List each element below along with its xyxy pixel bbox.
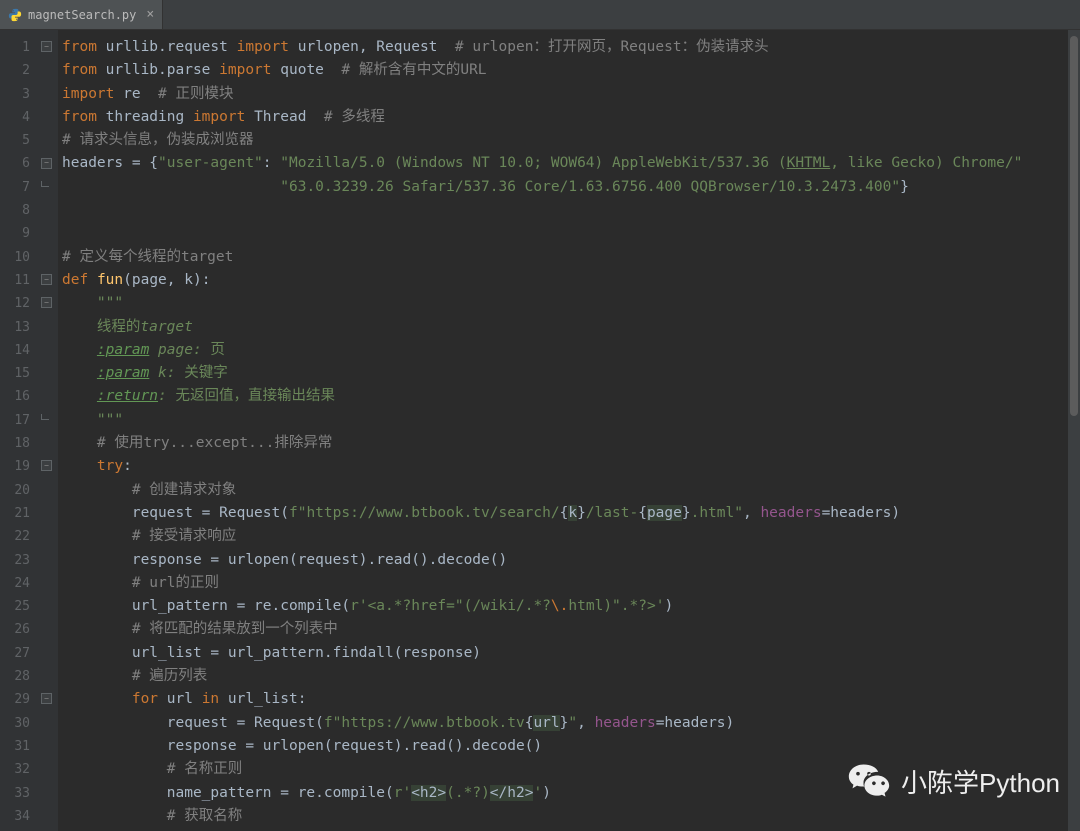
code-line[interactable]: request = Request(f"https://www.btbook.t… (62, 712, 1022, 735)
code-line[interactable]: response = urlopen(request).read().decod… (62, 549, 1022, 572)
code-area[interactable]: from urllib.request import urlopen, Requ… (58, 30, 1022, 831)
close-icon[interactable]: × (146, 7, 154, 22)
line-number: 27 (14, 642, 30, 665)
editor: 1234567891011121314151617181920212223242… (0, 30, 1080, 831)
code-line[interactable]: response = urlopen(request).read().decod… (62, 735, 1022, 758)
line-number: 32 (14, 758, 30, 781)
line-number: 25 (14, 595, 30, 618)
line-number: 15 (14, 362, 30, 385)
line-number: 20 (14, 479, 30, 502)
line-number: 4 (14, 106, 30, 129)
line-number: 5 (14, 129, 30, 152)
code-line[interactable]: def fun(page, k): (62, 269, 1022, 292)
code-line[interactable]: 线程的target (62, 316, 1022, 339)
code-line[interactable]: # 使用try...except...排除异常 (62, 432, 1022, 455)
code-line[interactable]: try: (62, 455, 1022, 478)
line-number: 13 (14, 316, 30, 339)
fold-column: − − − − − − (40, 30, 58, 831)
line-number: 18 (14, 432, 30, 455)
tab-bar: magnetSearch.py × (0, 0, 1080, 30)
fold-toggle-icon[interactable]: − (41, 41, 52, 52)
code-line[interactable]: # 获取名称 (62, 805, 1022, 828)
line-number: 10 (14, 246, 30, 269)
code-line[interactable]: :param page: 页 (62, 339, 1022, 362)
code-line[interactable]: # 遍历列表 (62, 665, 1022, 688)
code-line[interactable]: # 创建请求对象 (62, 479, 1022, 502)
code-line[interactable] (62, 222, 1022, 245)
line-number: 19 (14, 455, 30, 478)
code-line[interactable]: from urllib.parse import quote # 解析含有中文的… (62, 59, 1022, 82)
watermark-text: 小陈学Python (901, 763, 1060, 800)
fold-toggle-icon[interactable]: − (41, 693, 52, 704)
code-line[interactable] (62, 199, 1022, 222)
code-line[interactable]: from urllib.request import urlopen, Requ… (62, 36, 1022, 59)
line-number: 11 (14, 269, 30, 292)
code-line[interactable]: # 将匹配的结果放到一个列表中 (62, 618, 1022, 641)
line-number: 31 (14, 735, 30, 758)
code-line[interactable]: # 接受请求响应 (62, 525, 1022, 548)
line-number: 24 (14, 572, 30, 595)
code-line[interactable]: for url in url_list: (62, 688, 1022, 711)
code-line[interactable]: # 请求头信息，伪装成浏览器 (62, 129, 1022, 152)
code-line[interactable]: request = Request(f"https://www.btbook.t… (62, 502, 1022, 525)
code-line[interactable]: # url的正则 (62, 572, 1022, 595)
line-number: 12 (14, 292, 30, 315)
line-number: 21 (14, 502, 30, 525)
line-number: 2 (14, 59, 30, 82)
line-number: 8 (14, 199, 30, 222)
line-number: 6 (14, 152, 30, 175)
tab-filename: magnetSearch.py (28, 8, 136, 22)
watermark: 小陈学Python (847, 759, 1060, 803)
fold-toggle-icon[interactable]: − (41, 274, 52, 285)
python-file-icon (8, 8, 22, 22)
line-number: 22 (14, 525, 30, 548)
line-number: 1 (14, 36, 30, 59)
fold-end-icon (41, 181, 49, 187)
code-line[interactable]: # 定义每个线程的target (62, 246, 1022, 269)
line-number-gutter: 1234567891011121314151617181920212223242… (0, 30, 40, 831)
line-number: 16 (14, 385, 30, 408)
fold-toggle-icon[interactable]: − (41, 460, 52, 471)
fold-toggle-icon[interactable]: − (41, 158, 52, 169)
line-number: 23 (14, 549, 30, 572)
fold-toggle-icon[interactable]: − (41, 297, 52, 308)
code-line[interactable]: url_list = url_pattern.findall(response) (62, 642, 1022, 665)
code-line[interactable]: :return: 无返回值，直接输出结果 (62, 385, 1022, 408)
line-number: 3 (14, 83, 30, 106)
wechat-icon (847, 759, 891, 803)
code-line[interactable]: import re # 正则模块 (62, 83, 1022, 106)
code-line[interactable]: headers = {"user-agent": "Mozilla/5.0 (W… (62, 152, 1022, 175)
code-line[interactable]: :param k: 关键字 (62, 362, 1022, 385)
line-number: 30 (14, 712, 30, 735)
line-number: 26 (14, 618, 30, 641)
file-tab[interactable]: magnetSearch.py × (0, 0, 163, 29)
scrollbar-thumb[interactable] (1070, 36, 1078, 416)
line-number: 33 (14, 782, 30, 805)
line-number: 7 (14, 176, 30, 199)
code-line[interactable]: "63.0.3239.26 Safari/537.36 Core/1.63.67… (62, 176, 1022, 199)
code-line[interactable]: """ (62, 409, 1022, 432)
vertical-scrollbar[interactable] (1068, 30, 1080, 831)
line-number: 9 (14, 222, 30, 245)
line-number: 28 (14, 665, 30, 688)
line-number: 14 (14, 339, 30, 362)
code-line[interactable]: url_pattern = re.compile(r'<a.*?href="(/… (62, 595, 1022, 618)
line-number: 34 (14, 805, 30, 828)
code-line[interactable]: from threading import Thread # 多线程 (62, 106, 1022, 129)
fold-end-icon (41, 414, 49, 420)
code-line[interactable]: """ (62, 292, 1022, 315)
line-number: 17 (14, 409, 30, 432)
line-number: 29 (14, 688, 30, 711)
